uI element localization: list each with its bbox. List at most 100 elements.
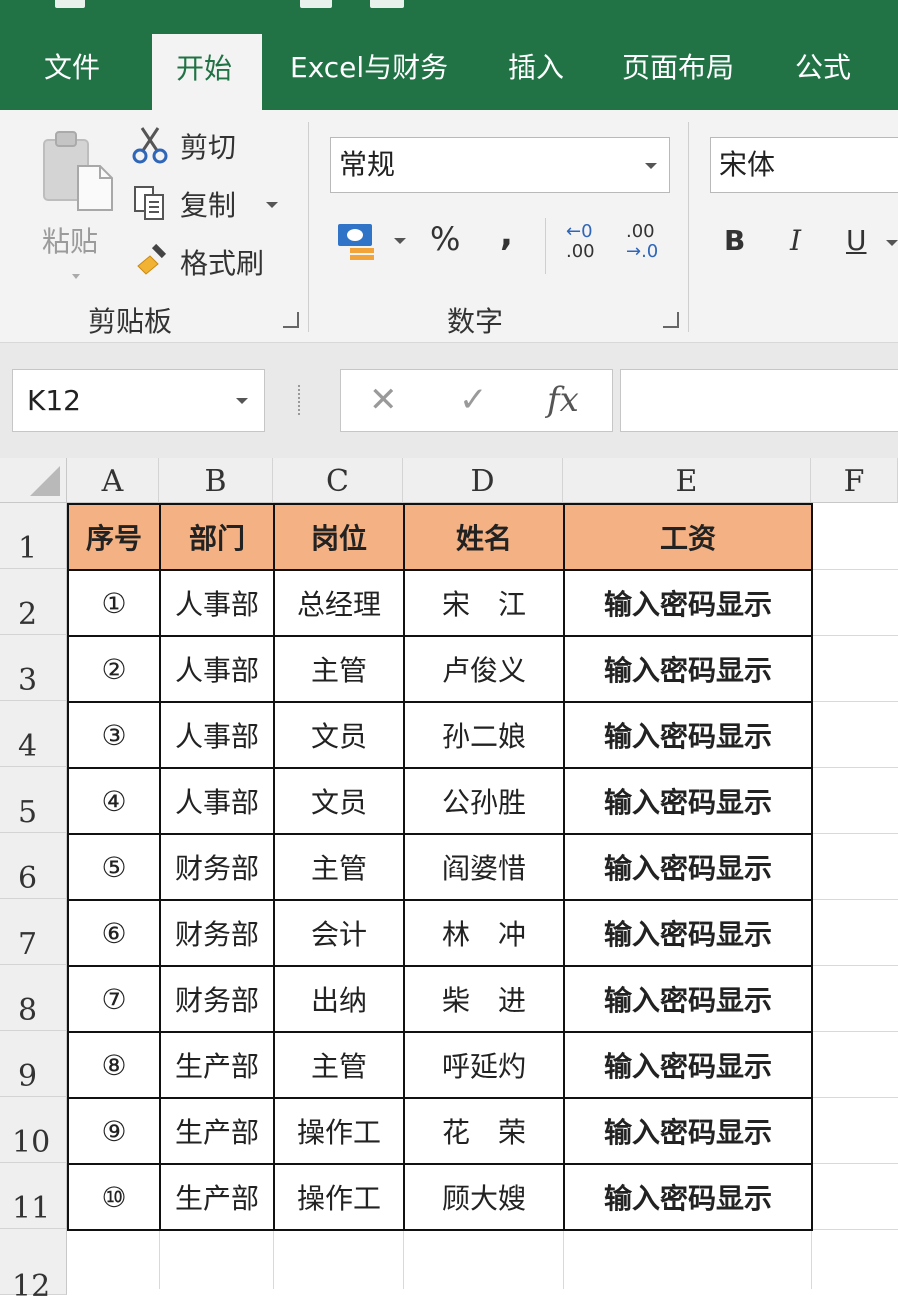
salary-cell[interactable]: 输入密码显示 [563, 965, 813, 1033]
select-all-button[interactable] [0, 458, 67, 503]
position-cell[interactable]: 总经理 [273, 569, 405, 637]
column-header-b[interactable]: B [159, 458, 273, 503]
salary-cell[interactable]: 输入密码显示 [563, 899, 813, 967]
accounting-format-button[interactable] [336, 220, 410, 270]
column-header-f[interactable]: F [811, 458, 898, 503]
department-cell[interactable]: 生产部 [159, 1031, 275, 1099]
seq-cell[interactable]: ② [67, 635, 161, 703]
name-cell[interactable]: 呼延灼 [403, 1031, 565, 1099]
column-header-e[interactable]: E [563, 458, 811, 503]
salary-cell[interactable]: 输入密码显示 [563, 1031, 813, 1099]
salary-cell[interactable]: 输入密码显示 [563, 1097, 813, 1165]
chevron-down-icon[interactable] [72, 274, 80, 279]
resize-handle[interactable] [298, 385, 304, 415]
position-cell[interactable]: 操作工 [273, 1163, 405, 1231]
name-cell[interactable]: 孙二娘 [403, 701, 565, 769]
salary-cell[interactable]: 输入密码显示 [563, 833, 813, 901]
row-header-8[interactable]: 8 [0, 965, 67, 1031]
name-cell[interactable]: 公孙胜 [403, 767, 565, 835]
seq-cell[interactable]: ① [67, 569, 161, 637]
seq-cell[interactable]: ⑥ [67, 899, 161, 967]
name-cell[interactable]: 宋 江 [403, 569, 565, 637]
row-header-3[interactable]: 3 [0, 635, 67, 701]
position-cell[interactable]: 文员 [273, 767, 405, 835]
font-name-select[interactable]: 宋体 [710, 137, 898, 193]
salary-cell[interactable]: 输入密码显示 [563, 635, 813, 703]
row-header-6[interactable]: 6 [0, 833, 67, 899]
paste-button[interactable]: 粘贴 [30, 124, 114, 279]
column-header-a[interactable]: A [67, 458, 159, 503]
tab-insert[interactable]: 插入 [508, 50, 564, 86]
increase-decimal-button[interactable]: ←0 .00 [566, 222, 606, 266]
percent-style-button[interactable]: % [430, 220, 460, 258]
department-cell[interactable]: 财务部 [159, 833, 275, 901]
row-header-2[interactable]: 2 [0, 569, 67, 635]
row-header-5[interactable]: 5 [0, 767, 67, 833]
header-cell-name[interactable]: 姓名 [403, 503, 565, 571]
seq-cell[interactable]: ⑨ [67, 1097, 161, 1165]
department-cell[interactable]: 财务部 [159, 965, 275, 1033]
column-header-d[interactable]: D [403, 458, 563, 503]
position-cell[interactable]: 主管 [273, 833, 405, 901]
salary-cell[interactable]: 输入密码显示 [563, 569, 813, 637]
number-format-select[interactable]: 常规 [330, 137, 670, 193]
department-cell[interactable]: 人事部 [159, 767, 275, 835]
tab-formulas[interactable]: 公式 [795, 50, 851, 86]
name-box[interactable]: K12 [12, 369, 265, 432]
name-cell[interactable]: 柴 进 [403, 965, 565, 1033]
save-icon[interactable] [55, 0, 85, 8]
position-cell[interactable]: 主管 [273, 1031, 405, 1099]
column-header-c[interactable]: C [273, 458, 403, 503]
print-preview-icon[interactable] [300, 0, 332, 8]
clipboard-dialog-launcher-icon[interactable] [283, 312, 299, 328]
row-header-7[interactable]: 7 [0, 899, 67, 965]
insert-function-icon[interactable]: fx [547, 378, 579, 422]
department-cell[interactable]: 财务部 [159, 899, 275, 967]
row-header-11[interactable]: 11 [0, 1163, 67, 1229]
chevron-down-icon[interactable] [236, 398, 248, 404]
row-header-9[interactable]: 9 [0, 1031, 67, 1097]
position-cell[interactable]: 出纳 [273, 965, 405, 1033]
seq-cell[interactable]: ③ [67, 701, 161, 769]
salary-cell[interactable]: 输入密码显示 [563, 1163, 813, 1231]
seq-cell[interactable]: ⑧ [67, 1031, 161, 1099]
header-cell-department[interactable]: 部门 [159, 503, 275, 571]
seq-cell[interactable]: ④ [67, 767, 161, 835]
header-cell-position[interactable]: 岗位 [273, 503, 405, 571]
department-cell[interactable]: 人事部 [159, 635, 275, 703]
tab-file[interactable]: 文件 [44, 50, 100, 86]
enter-icon[interactable]: ✓ [459, 378, 488, 422]
seq-cell[interactable]: ⑤ [67, 833, 161, 901]
italic-button[interactable]: I [790, 224, 801, 257]
underline-button[interactable]: U [846, 224, 867, 257]
cut-button[interactable]: 剪切 [132, 126, 272, 168]
name-cell[interactable]: 顾大嫂 [403, 1163, 565, 1231]
seq-cell[interactable]: ⑦ [67, 965, 161, 1033]
bold-button[interactable]: B [724, 224, 745, 257]
salary-cell[interactable]: 输入密码显示 [563, 767, 813, 835]
position-cell[interactable]: 主管 [273, 635, 405, 703]
row-header-10[interactable]: 10 [0, 1097, 67, 1163]
name-cell[interactable]: 卢俊义 [403, 635, 565, 703]
tab-excel-finance[interactable]: Excel与财务 [290, 50, 448, 86]
row-header-4[interactable]: 4 [0, 701, 67, 767]
header-cell-salary[interactable]: 工资 [563, 503, 813, 571]
row-header-12[interactable]: 12 [0, 1229, 67, 1302]
chevron-down-icon[interactable] [266, 202, 278, 208]
number-dialog-launcher-icon[interactable] [663, 312, 679, 328]
comma-style-button[interactable]: , [500, 214, 513, 254]
department-cell[interactable]: 生产部 [159, 1097, 275, 1165]
tab-page-layout[interactable]: 页面布局 [622, 50, 734, 86]
position-cell[interactable]: 会计 [273, 899, 405, 967]
decrease-decimal-button[interactable]: .00 →.0 [626, 222, 666, 266]
position-cell[interactable]: 文员 [273, 701, 405, 769]
name-cell[interactable]: 花 荣 [403, 1097, 565, 1165]
tab-home[interactable]: 开始 [152, 34, 262, 110]
cancel-icon[interactable]: ✕ [369, 378, 398, 422]
header-cell-seq[interactable]: 序号 [67, 503, 161, 571]
chevron-down-icon[interactable] [394, 238, 406, 244]
department-cell[interactable]: 生产部 [159, 1163, 275, 1231]
seq-cell[interactable]: ⑩ [67, 1163, 161, 1231]
position-cell[interactable]: 操作工 [273, 1097, 405, 1165]
name-cell[interactable]: 阎婆惜 [403, 833, 565, 901]
